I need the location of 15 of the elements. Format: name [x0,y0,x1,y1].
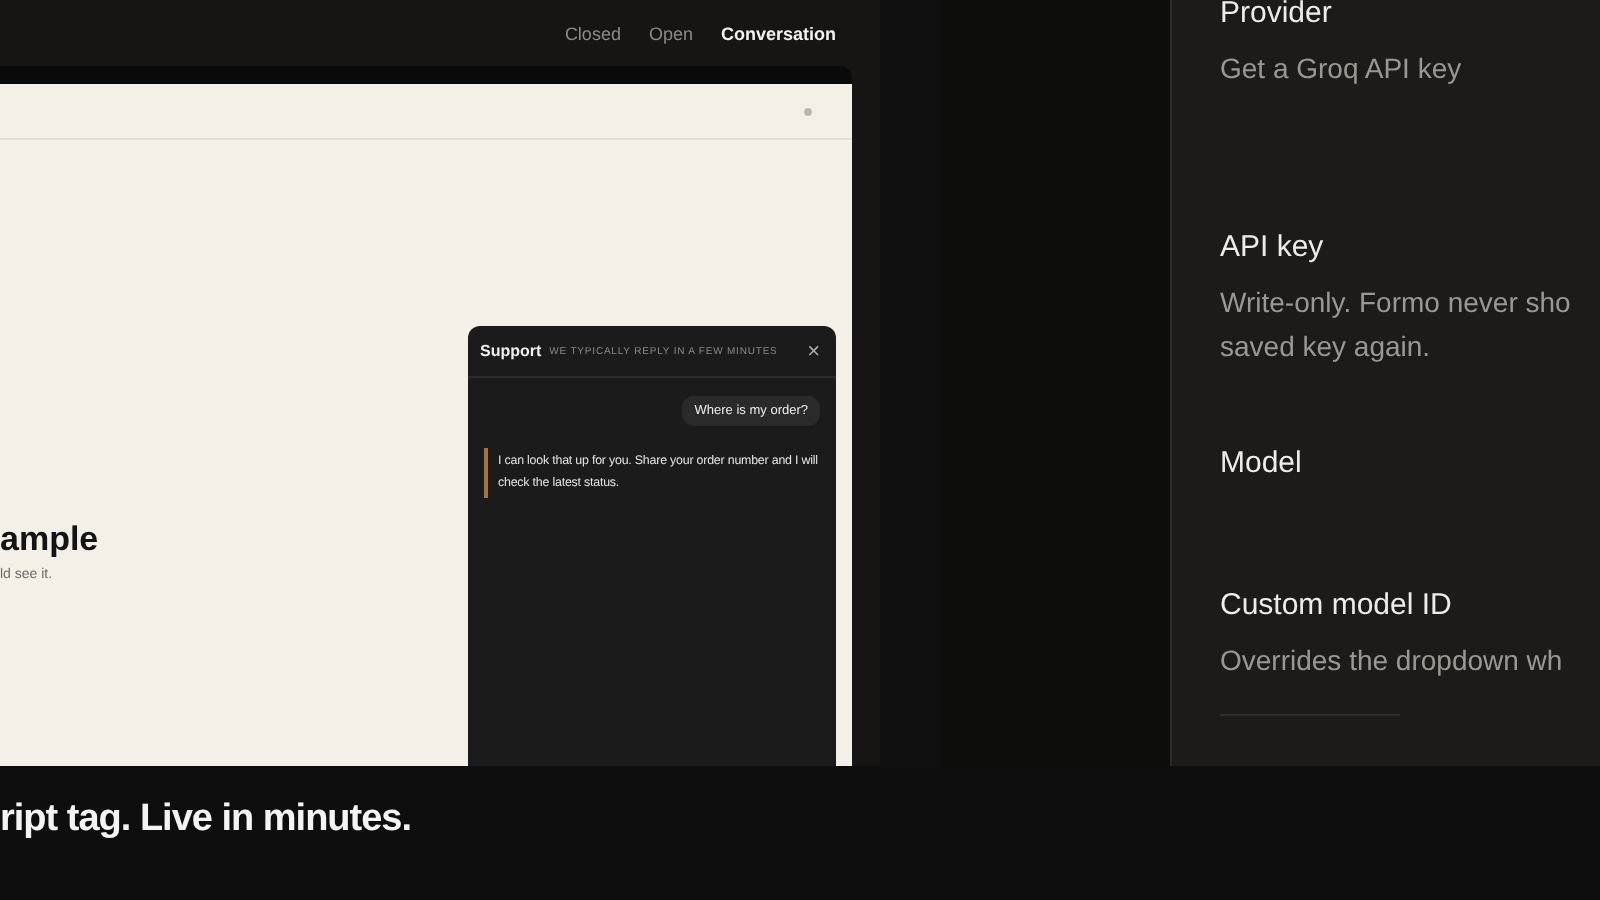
setting-label: Model [1220,446,1302,482]
setting-hint: Write-only. Formo never sho saved key again. [1220,284,1571,366]
tab[interactable]: Closed [564,23,621,43]
chat-title: Support [480,342,542,360]
setting-hint: Overrides the dropdown wh [1220,642,1563,680]
caption: ript tag. Live in minutes. [0,798,414,842]
page-heading: ample [0,520,99,560]
setting-label: Provider [1220,0,1334,32]
tab[interactable]: Conversation [720,23,836,43]
close-button[interactable]: × [807,339,820,363]
status-dot-icon [804,107,812,115]
setting-label: API key [1220,230,1326,266]
tab[interactable]: Open [648,23,693,43]
setting-label: Custom model ID [1220,588,1454,624]
setting-hint: Get a Groq API key [1220,50,1462,88]
